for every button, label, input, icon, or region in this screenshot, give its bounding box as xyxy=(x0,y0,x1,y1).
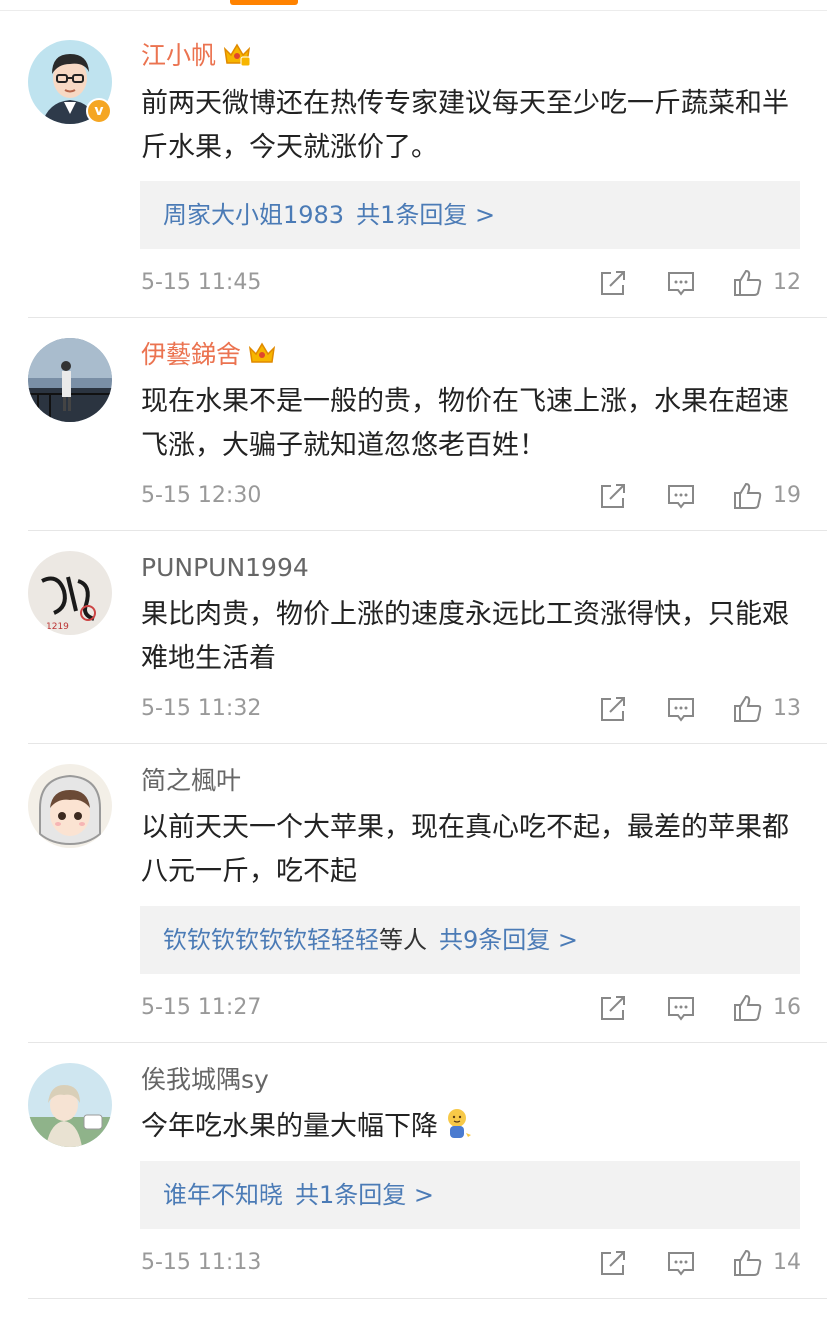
username[interactable]: PUNPUN1994 xyxy=(141,553,309,583)
comment-meta: 5-15 11:13 14 xyxy=(141,1247,801,1279)
share-icon[interactable] xyxy=(597,480,629,512)
reply-summary[interactable]: 谁年不知晓 共1条回复 > xyxy=(140,1161,800,1229)
comment-time: 5-15 12:30 xyxy=(141,483,262,508)
comment-icon[interactable] xyxy=(665,267,697,299)
avatar[interactable]: 1219 xyxy=(28,551,112,635)
reply-count-link[interactable]: 共9条回复 > xyxy=(439,926,578,954)
vip-crown-icon xyxy=(248,342,276,363)
comment-item: 简之楓叶 以前天天一个大苹果，现在真心吃不起，最差的苹果都八元一斤，吃不起 钦钦… xyxy=(0,744,827,1043)
comment-meta: 5-15 11:45 12 xyxy=(141,267,801,299)
like-icon[interactable] xyxy=(732,992,764,1024)
like-icon[interactable] xyxy=(732,267,764,299)
reply-author-names[interactable]: 钦钦钦钦钦钦轻轻轻 xyxy=(163,926,379,954)
username[interactable]: 简之楓叶 xyxy=(141,766,241,796)
like-icon[interactable] xyxy=(732,693,764,725)
like-count: 14 xyxy=(773,1250,801,1275)
comment-icon[interactable] xyxy=(665,693,697,725)
share-icon[interactable] xyxy=(597,1247,629,1279)
reply-author-names[interactable]: 周家大小姐1983 xyxy=(163,201,344,229)
comment-time: 5-15 11:45 xyxy=(141,270,262,295)
like-count: 12 xyxy=(773,270,801,295)
svg-text:1219: 1219 xyxy=(46,622,69,632)
comment-time: 5-15 11:27 xyxy=(141,995,262,1020)
comment-icon[interactable] xyxy=(665,992,697,1024)
avatar[interactable] xyxy=(28,764,112,848)
comment-text: 现在水果不是一般的贵，物价在飞速上涨，水果在超速飞涨，大骗子就知道忽悠老百姓！ xyxy=(141,386,789,461)
like-icon[interactable] xyxy=(732,1247,764,1279)
username[interactable]: 江小帆 xyxy=(141,41,252,71)
top-divider xyxy=(0,10,827,11)
comment-item: 俟我城隅sy 今年吃水果的量大幅下降 谁年不知晓 共1条回复 > 5-15 11:… xyxy=(0,1043,827,1299)
reply-summary[interactable]: 钦钦钦钦钦钦轻轻轻等人 共9条回复 > xyxy=(140,906,800,974)
comment-text: 以前天天一个大苹果，现在真心吃不起，最差的苹果都八元一斤，吃不起 xyxy=(141,812,789,887)
verified-badge-icon: v xyxy=(86,98,112,124)
comment-icon[interactable] xyxy=(665,1247,697,1279)
active-tab-indicator xyxy=(230,0,298,5)
comment-text: 今年吃水果的量大幅下降 xyxy=(141,1105,811,1149)
username[interactable]: 伊藝銻舍 xyxy=(141,340,277,370)
comment-icon[interactable] xyxy=(665,480,697,512)
like-count: 13 xyxy=(773,696,801,721)
like-count: 16 xyxy=(773,995,801,1020)
comment-text: 前两天微博还在热传专家建议每天至少吃一斤蔬菜和半斤水果，今天就涨价了。 xyxy=(141,88,789,163)
emoji-icon xyxy=(448,1109,471,1138)
like-icon[interactable] xyxy=(732,480,764,512)
share-icon[interactable] xyxy=(597,992,629,1024)
username[interactable]: 俟我城隅sy xyxy=(141,1065,269,1095)
comment-item: 伊藝銻舍 现在水果不是一般的贵，物价在飞速上涨，水果在超速飞涨，大骗子就知道忽悠… xyxy=(0,318,827,531)
comment-text: 果比肉贵，物价上涨的速度永远比工资涨得快，只能艰难地生活着 xyxy=(141,599,789,674)
avatar[interactable] xyxy=(28,1063,112,1147)
like-count: 19 xyxy=(773,483,801,508)
share-icon[interactable] xyxy=(597,267,629,299)
reply-author-names[interactable]: 谁年不知晓 xyxy=(163,1181,283,1209)
comment-meta: 5-15 12:30 19 xyxy=(141,480,801,512)
comment-item: 1219 PUNPUN1994 果比肉贵，物价上涨的速度永远比工资涨得快，只能艰… xyxy=(0,531,827,744)
reply-summary[interactable]: 周家大小姐1983 共1条回复 > xyxy=(140,181,800,249)
comment-meta: 5-15 11:27 16 xyxy=(141,992,801,1024)
comment-time: 5-15 11:13 xyxy=(141,1250,262,1275)
reply-count-link[interactable]: 共1条回复 > xyxy=(295,1181,434,1209)
share-icon[interactable] xyxy=(597,693,629,725)
avatar[interactable] xyxy=(28,338,112,422)
comment-divider xyxy=(28,1298,827,1299)
vip-crown-icon xyxy=(223,43,251,67)
comment-time: 5-15 11:32 xyxy=(141,696,262,721)
reply-count-link[interactable]: 共1条回复 > xyxy=(356,201,495,229)
reply-others-label: 等人 xyxy=(379,926,427,954)
comment-item: v 江小帆 前两天微博还在热传专家建议每天至少吃一斤蔬菜和半斤水果，今天就涨价了… xyxy=(0,12,827,318)
comment-meta: 5-15 11:32 13 xyxy=(141,693,801,725)
